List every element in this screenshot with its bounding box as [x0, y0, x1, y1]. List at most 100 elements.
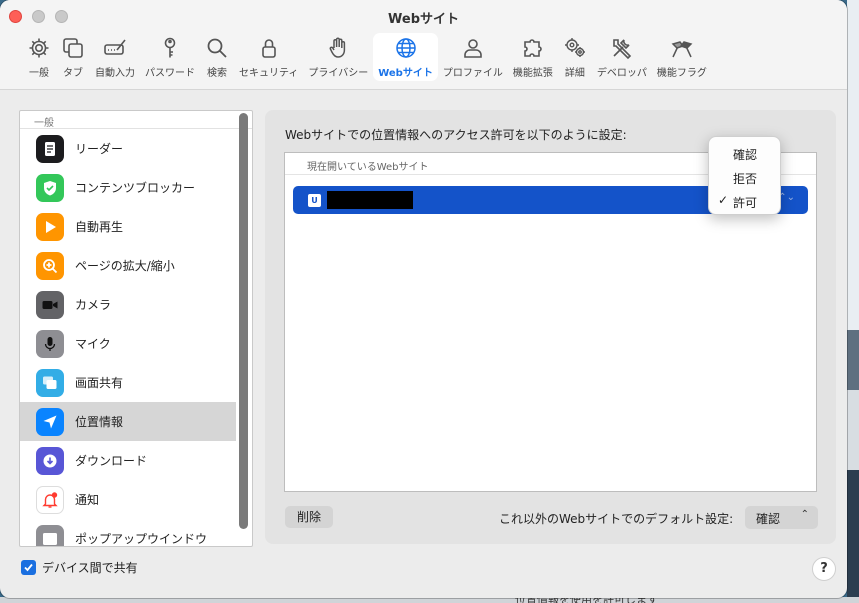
tab-autofill[interactable]: 自動入力	[90, 33, 140, 81]
default-setting-label: これ以外のWebサイトでのデフォルト設定:	[499, 512, 734, 526]
lock-icon	[261, 39, 276, 58]
tab-passwords-label: パスワード	[145, 68, 195, 79]
camera-icon	[36, 290, 64, 319]
person-icon	[464, 39, 482, 58]
shield-check-icon	[36, 173, 64, 202]
tab-security-label: セキュリティ	[239, 68, 299, 79]
chevron-updown-icon: ⌃	[800, 509, 809, 520]
tab-websites[interactable]: Webサイト	[373, 33, 438, 81]
default-setting-select[interactable]: 確認 ⌃	[745, 506, 818, 529]
sidebar-item-reader[interactable]: リーダー	[20, 129, 252, 168]
tab-developer-label: デベロッパ	[596, 68, 647, 79]
website-settings-sidebar: 一般 リーダー コンテンツブロッカー 自動再生 ページの拡大/縮小 カメラ マイ…	[19, 110, 253, 547]
tab-profiles-label: プロファイル	[442, 68, 503, 79]
menu-item-allow[interactable]: ✓ 許可	[709, 190, 780, 214]
tab-privacy[interactable]: プライバシー	[303, 33, 373, 81]
titlebar: Webサイト 一般 タブ 自動入力 パスワード 検索 セキュリティ プライバシー…	[0, 0, 847, 90]
menu-item-label: 許可	[733, 196, 758, 210]
menu-item-label: 拒否	[733, 172, 758, 186]
sidebar-item-label: 自動再生	[75, 220, 124, 234]
tab-tabs[interactable]: タブ	[56, 33, 90, 81]
magnifier-icon	[207, 38, 227, 58]
play-icon	[36, 212, 64, 241]
tab-advanced[interactable]: 詳細	[558, 33, 592, 81]
default-setting-value: 確認	[756, 512, 781, 526]
key-icon	[164, 37, 176, 58]
tab-extensions[interactable]: 機能拡張	[508, 33, 558, 81]
site-favicon: U	[308, 193, 321, 207]
delete-button[interactable]: 削除	[285, 506, 333, 528]
checkmark-icon	[24, 563, 33, 572]
sidebar-item-microphone[interactable]: マイク	[20, 324, 252, 363]
redacted-site-name	[327, 191, 413, 209]
sidebar-item-label: マイク	[75, 337, 111, 351]
sidebar-item-notifications[interactable]: 通知	[20, 480, 252, 519]
tab-general-label: 一般	[29, 68, 49, 79]
tab-advanced-label: 詳細	[564, 68, 585, 79]
tab-search-label: 検索	[207, 68, 227, 79]
panel-heading: Webサイトでの位置情報へのアクセス許可を以下のように設定:	[285, 128, 627, 142]
window-title: Webサイト	[388, 12, 459, 27]
sidebar-item-label: コンテンツブロッカー	[75, 181, 196, 195]
hand-icon	[329, 37, 346, 58]
sidebar-item-label: カメラ	[75, 298, 112, 312]
menu-item-label: 確認	[733, 148, 758, 162]
gear-icon	[29, 38, 49, 58]
tab-feature-flags-label: 機能フラグ	[656, 68, 707, 79]
sidebar-item-screen-sharing[interactable]: 画面共有	[20, 363, 252, 402]
sidebar-item-content-blockers[interactable]: コンテンツブロッカー	[20, 168, 252, 207]
tabs-icon	[63, 38, 83, 58]
help-button[interactable]: ?	[812, 557, 836, 581]
sidebar-item-label: 通知	[75, 493, 100, 507]
sidebar-item-label: 画面共有	[75, 376, 124, 390]
gears-icon	[564, 38, 585, 57]
popup-icon	[36, 524, 64, 546]
bell-icon	[36, 485, 64, 514]
tab-search[interactable]: 検索	[200, 33, 234, 81]
screen-share-icon	[36, 368, 64, 397]
checkmark-icon: ✓	[718, 193, 729, 207]
globe-icon	[395, 38, 416, 58]
tab-passwords[interactable]: パスワード	[140, 33, 200, 81]
menu-item-ask[interactable]: 確認	[709, 142, 780, 166]
share-across-devices-label: デバイス間で共有	[42, 561, 138, 575]
menu-item-deny[interactable]: 拒否	[709, 166, 780, 190]
sidebar-item-downloads[interactable]: ダウンロード	[20, 441, 252, 480]
tab-autofill-label: 自動入力	[95, 68, 135, 79]
sidebar-item-label: ページの拡大/縮小	[75, 259, 175, 273]
preferences-toolbar: 一般 タブ 自動入力 パスワード 検索 セキュリティ プライバシー Webサイト…	[22, 33, 712, 81]
download-icon	[36, 446, 64, 475]
sidebar-item-label: リーダー	[75, 142, 124, 156]
sidebar-item-label: ダウンロード	[75, 454, 148, 468]
share-across-devices[interactable]: デバイス間で共有	[21, 559, 138, 576]
sidebar-section-header: 一般	[20, 111, 252, 129]
tab-developer[interactable]: デベロッパ	[592, 33, 652, 81]
sidebar-item-page-zoom[interactable]: ページの拡大/縮小	[20, 246, 252, 285]
share-across-devices-checkbox[interactable]	[21, 560, 36, 575]
sidebar-item-autoplay[interactable]: 自動再生	[20, 207, 252, 246]
sidebar-item-label: ポップアップウインドウ	[75, 532, 208, 546]
reader-icon	[36, 134, 64, 163]
tab-security[interactable]: セキュリティ	[234, 33, 303, 81]
tab-tabs-label: タブ	[63, 68, 83, 79]
tab-profiles[interactable]: プロファイル	[438, 33, 508, 81]
location-arrow-icon	[36, 407, 64, 436]
zoom-icon	[36, 251, 64, 280]
location-permission-menu: 確認 拒否 ✓ 許可	[708, 136, 781, 215]
tools-icon	[613, 39, 631, 60]
sidebar-item-camera[interactable]: カメラ	[20, 285, 252, 324]
desktop-background	[847, 0, 859, 603]
microphone-icon	[36, 329, 64, 358]
preferences-window: Webサイト 一般 タブ 自動入力 パスワード 検索 セキュリティ プライバシー…	[0, 0, 847, 598]
tab-websites-label: Webサイト	[378, 68, 433, 79]
sidebar-item-popup-windows[interactable]: ポップアップウインドウ	[20, 519, 252, 546]
sidebar-scrollbar[interactable]	[239, 113, 248, 529]
sidebar-item-location[interactable]: 位置情報	[20, 402, 236, 441]
tab-general[interactable]: 一般	[22, 33, 56, 81]
tab-extensions-label: 機能拡張	[512, 68, 553, 79]
tab-privacy-label: プライバシー	[308, 68, 369, 79]
tab-feature-flags[interactable]: 機能フラグ	[652, 33, 712, 81]
sidebar-item-label: 位置情報	[75, 415, 124, 429]
pen-field-icon	[104, 39, 126, 55]
flags-icon	[671, 41, 693, 58]
